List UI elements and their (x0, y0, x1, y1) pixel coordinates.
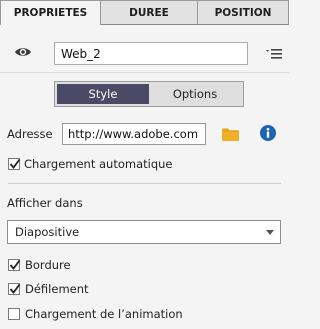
scroll-checkbox[interactable] (8, 283, 21, 295)
address-label: Adresse (7, 127, 53, 141)
chevron-down-icon (266, 230, 274, 235)
display-in-label: Afficher dans (7, 196, 83, 210)
divider (0, 72, 289, 73)
list-menu-icon[interactable] (265, 47, 283, 61)
auto-load-checkbox[interactable] (8, 158, 21, 170)
border-checkbox[interactable] (8, 259, 21, 271)
style-tab-button[interactable]: Style (57, 84, 149, 104)
tab-position[interactable]: POSITION (198, 0, 289, 24)
border-label: Bordure (25, 258, 71, 272)
tab-proprietes[interactable]: PROPRIETES (0, 0, 101, 25)
scroll-label: Défilement (25, 282, 89, 296)
loading-animation-checkbox[interactable] (8, 308, 20, 320)
folder-icon[interactable] (222, 128, 239, 141)
display-in-value: Diapositive (15, 225, 80, 239)
info-icon[interactable] (260, 125, 276, 141)
loading-animation-label: Chargement de l’animation (25, 307, 183, 321)
options-tab-button[interactable]: Options (149, 84, 241, 104)
name-field[interactable] (54, 42, 248, 65)
auto-load-label: Chargement automatique (24, 157, 173, 171)
address-input[interactable] (62, 123, 206, 145)
eye-icon[interactable] (14, 45, 32, 59)
tab-duree[interactable]: DUREE (101, 0, 198, 24)
panel-tabs: PROPRIETES DUREE POSITION (0, 0, 289, 25)
divider (8, 183, 281, 184)
style-options-switch: Style Options (54, 81, 244, 107)
display-in-dropdown[interactable]: Diapositive (7, 220, 281, 244)
